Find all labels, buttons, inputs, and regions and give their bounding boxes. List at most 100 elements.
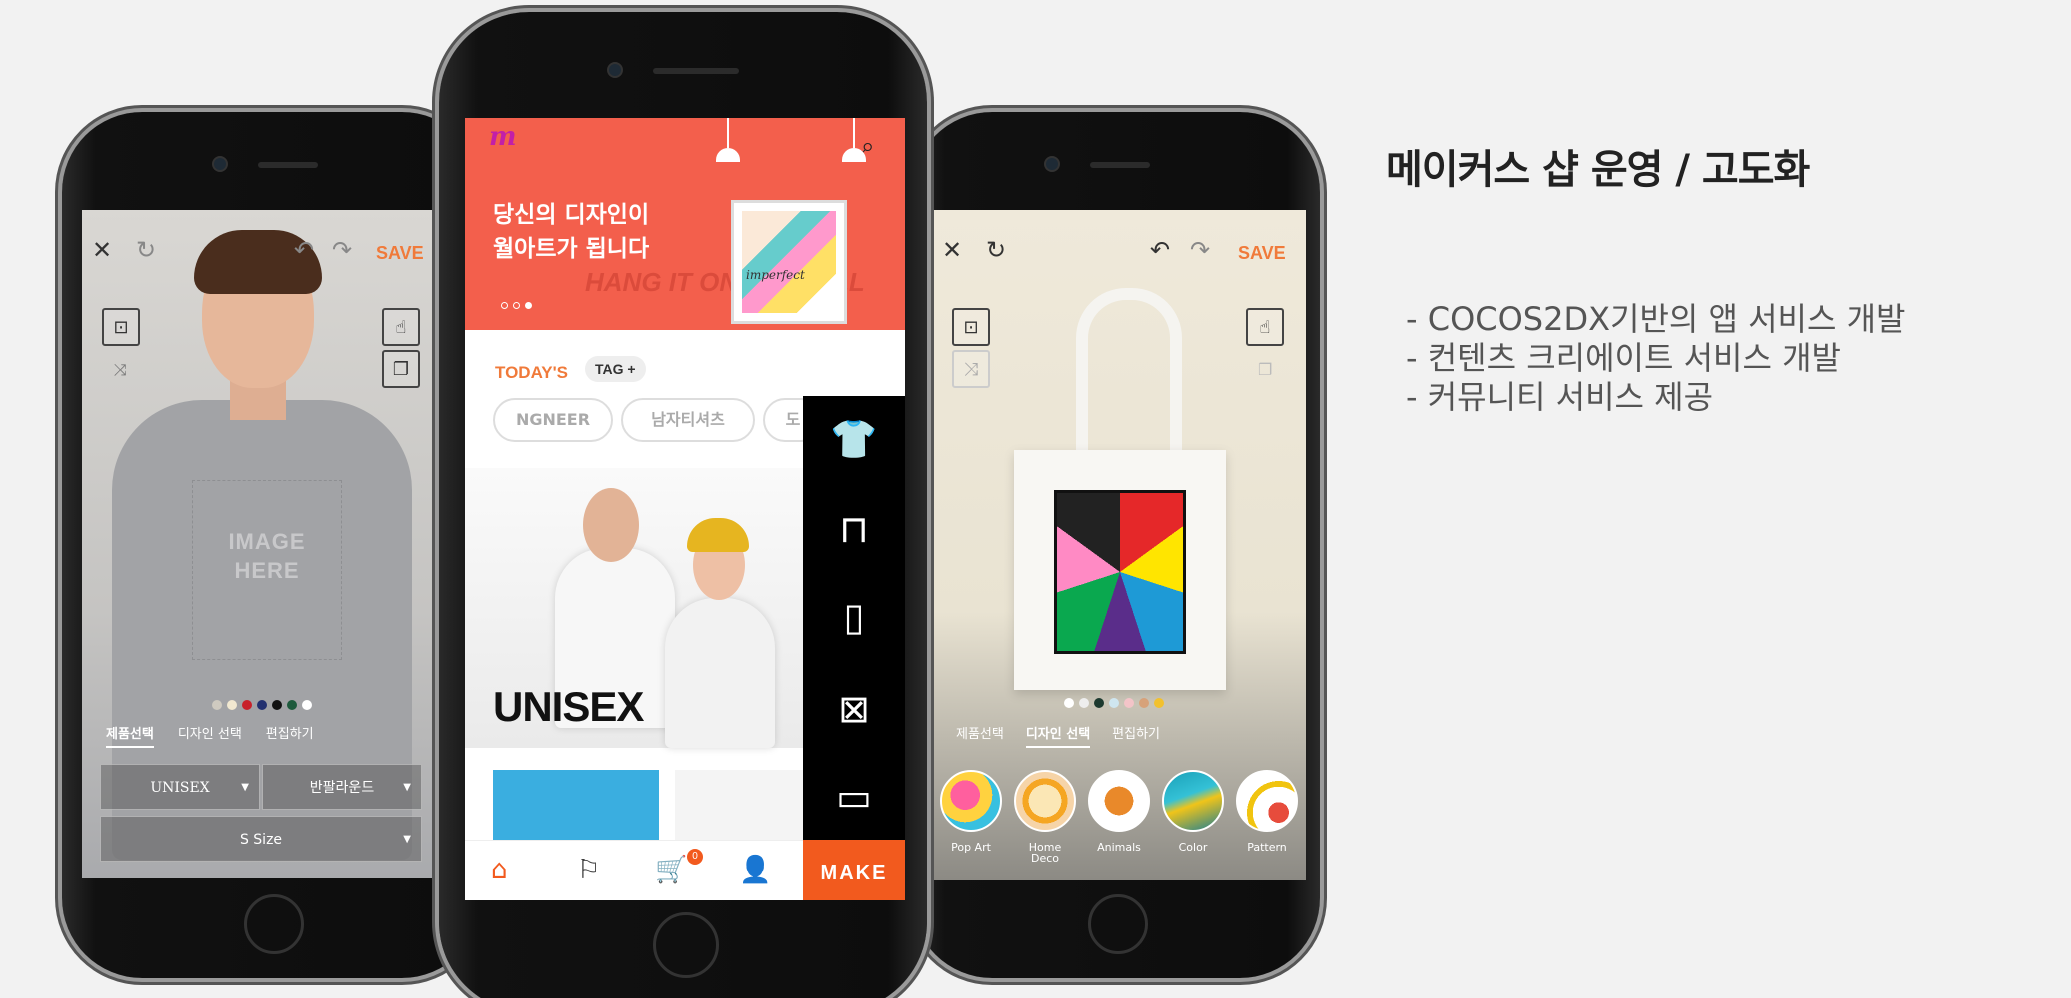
cart-icon[interactable]: 🛒 (655, 855, 687, 885)
swatch[interactable] (1154, 698, 1164, 708)
frame-artwork (742, 211, 836, 313)
category-home-deco[interactable]: Home Deco (1014, 770, 1076, 864)
carousel-dot-active[interactable] (525, 302, 532, 309)
tab-product[interactable]: 제품선택 (956, 728, 1004, 748)
swatch[interactable] (212, 700, 222, 710)
category-color[interactable]: Color (1162, 770, 1224, 853)
tab-edit[interactable]: 편집하기 (1112, 728, 1160, 748)
undo-icon[interactable]: ↶ (294, 238, 314, 262)
banner-title: 당신의 디자인이 월아트가 됩니다 (493, 198, 649, 266)
carousel-dot[interactable] (513, 302, 520, 309)
tab-design[interactable]: 디자인 선택 (1025, 728, 1091, 748)
layers-icon[interactable]: ❐ (1258, 360, 1272, 379)
swatch[interactable] (242, 700, 252, 710)
swatch[interactable] (1124, 698, 1134, 708)
cart-badge: 0 (687, 849, 703, 865)
banner-title-line2: 월아트가 됩니다 (493, 236, 650, 262)
swatch[interactable] (302, 700, 312, 710)
tag-plus-button[interactable]: TAG + (585, 356, 646, 382)
front-camera (1046, 158, 1058, 170)
swatch[interactable] (257, 700, 267, 710)
front-camera (609, 64, 621, 76)
page-title: 메이커스 샵 운영 / 고도화 (1386, 147, 1810, 193)
lamp-cord (727, 118, 729, 148)
swatch[interactable] (287, 700, 297, 710)
right-phone-mockup: ✕ ↻ ↶ ↷ SAVE ⊡ ⤨ ☝ ❐ 제품선택 디자인 선택 편집하기 Po… (912, 112, 1320, 978)
carousel-dots (501, 302, 532, 309)
category-label: Pattern (1247, 841, 1287, 854)
undo-icon[interactable]: ↶ (1150, 238, 1170, 262)
feature-item: COCOS2DX기반의 앱 서비스 개발 (1406, 300, 1906, 339)
save-button[interactable]: SAVE (376, 244, 424, 262)
type-dropdown[interactable]: UNISEX ▼ (100, 764, 260, 810)
left-phone-mockup: IMAGE HERE ✕ ↻ ↶ ↷ SAVE ⊡ ⤨ ☝ ❐ 제품선택 디자인… (62, 112, 482, 978)
promo-banner[interactable]: m ⌕ 당신의 디자인이 월아트가 됩니다 HANG IT ON MY WALL… (465, 118, 905, 330)
close-icon[interactable]: ✕ (942, 238, 962, 262)
carousel-dot[interactable] (501, 302, 508, 309)
hand-icon[interactable]: ☝ (1246, 308, 1284, 346)
swatch[interactable] (1094, 698, 1104, 708)
redo-icon[interactable]: ↷ (1190, 238, 1210, 262)
user-icon[interactable]: 👤 (739, 855, 771, 885)
phone-case-icon[interactable]: ▯ (829, 592, 879, 642)
feature-item: 컨텐츠 크리에이트 서비스 개발 (1406, 339, 1906, 378)
color-swatches (212, 700, 312, 710)
rotate-icon[interactable]: ↻ (986, 238, 1006, 262)
bag-icon[interactable]: ⊓ (829, 504, 879, 554)
size-value: S Size (239, 832, 283, 848)
swatch[interactable] (1109, 698, 1119, 708)
model-beanie (687, 518, 749, 552)
shuffle-icon[interactable]: ⤨ (952, 350, 990, 388)
tshirt-icon[interactable]: 👕 (829, 414, 879, 464)
category-animals[interactable]: Animals (1088, 770, 1150, 853)
tab-product[interactable]: 제품선택 (106, 728, 154, 748)
image-replace-icon[interactable]: ⊡ (102, 308, 140, 346)
tag-pill[interactable]: NGNEER (493, 398, 613, 442)
close-icon[interactable]: ✕ (92, 238, 112, 262)
neck-dropdown[interactable]: 반팔라운드 ▼ (262, 764, 422, 810)
shuffle-icon[interactable]: ⤨ (114, 360, 127, 380)
bag-artwork[interactable] (1054, 490, 1186, 654)
home-deco-thumb (1014, 770, 1076, 832)
category-pop-art[interactable]: Pop Art (940, 770, 1002, 853)
unisex-product-card[interactable]: UNISEX (465, 468, 805, 748)
bottom-navigation: ⌂ ⚐ 🛒 0 👤 (465, 840, 803, 900)
caret-down-icon: ▼ (403, 834, 411, 845)
caret-down-icon: ▼ (241, 782, 249, 793)
feature-item: 커뮤니티 서비스 제공 (1406, 378, 1906, 417)
todays-label: TODAY'S (495, 363, 569, 382)
editor-tabs: 제품선택 디자인 선택 편집하기 (106, 728, 314, 748)
category-pattern[interactable]: Pattern (1236, 770, 1298, 853)
neck-value: 반팔라운드 (309, 780, 375, 796)
speaker (653, 68, 739, 74)
tab-design[interactable]: 디자인 선택 (178, 728, 242, 748)
rotate-icon[interactable]: ↻ (136, 238, 156, 262)
center-phone-mockup: m ⌕ 당신의 디자인이 월아트가 됩니다 HANG IT ON MY WALL… (439, 12, 927, 998)
make-button[interactable]: MAKE (803, 840, 905, 900)
hand-icon[interactable]: ☝ (382, 308, 420, 346)
layers-icon[interactable]: ❐ (382, 350, 420, 388)
pillow-icon[interactable]: ⊠ (829, 684, 879, 734)
brand-logo[interactable]: m (489, 124, 517, 150)
save-button[interactable]: SAVE (1238, 244, 1286, 262)
size-dropdown[interactable]: S Size ▼ (100, 816, 422, 862)
product-thumb[interactable] (675, 770, 805, 850)
make-category-menu: 👕 ⊓ ▯ ⊠ ▭ (803, 396, 905, 900)
swatch[interactable] (227, 700, 237, 710)
image-replace-icon[interactable]: ⊡ (952, 308, 990, 346)
redo-icon[interactable]: ↷ (332, 238, 352, 262)
home-button (244, 894, 304, 954)
tshirt-editor-screen: IMAGE HERE ✕ ↻ ↶ ↷ SAVE ⊡ ⤨ ☝ ❐ 제품선택 디자인… (82, 210, 442, 878)
shop-home-screen: m ⌕ 당신의 디자인이 월아트가 됩니다 HANG IT ON MY WALL… (465, 118, 905, 900)
swatch[interactable] (1079, 698, 1089, 708)
home-icon[interactable]: ⌂ (491, 855, 508, 885)
frame-icon[interactable]: ▭ (829, 772, 879, 822)
swatch[interactable] (1139, 698, 1149, 708)
swatch[interactable] (1064, 698, 1074, 708)
caret-down-icon: ▼ (403, 782, 411, 793)
tag-pill[interactable]: 남자티셔츠 (621, 398, 755, 442)
swatch[interactable] (272, 700, 282, 710)
product-thumb[interactable] (493, 770, 659, 850)
tab-edit[interactable]: 편집하기 (266, 728, 314, 748)
chat-icon[interactable]: ⚐ (577, 855, 600, 885)
